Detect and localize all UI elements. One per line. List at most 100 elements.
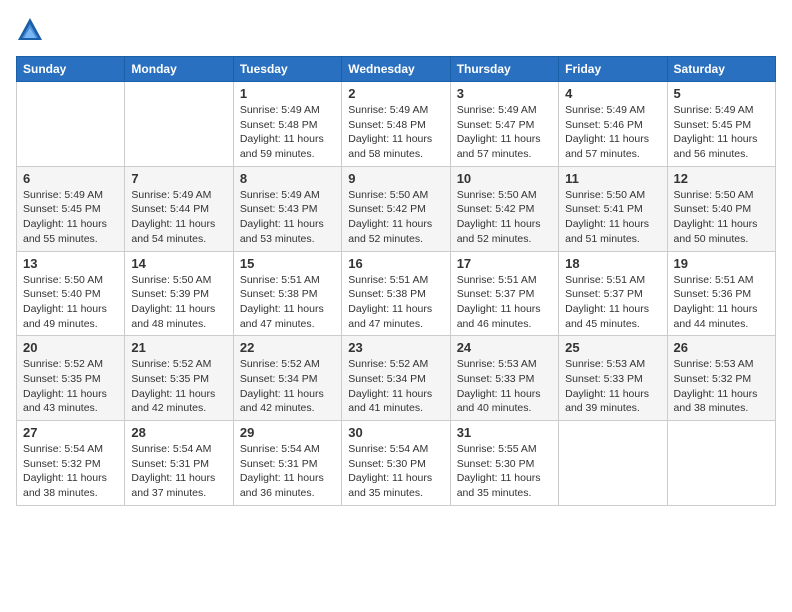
calendar-cell: 13Sunrise: 5:50 AMSunset: 5:40 PMDayligh… — [17, 251, 125, 336]
column-header-monday: Monday — [125, 57, 233, 82]
cell-content: Sunrise: 5:50 AMSunset: 5:40 PMDaylight:… — [674, 188, 769, 247]
column-header-sunday: Sunday — [17, 57, 125, 82]
calendar-cell: 10 Sunrise: 5:50 AMSunset: 5:42 PMDayligh… — [450, 166, 558, 251]
day-number: 28 — [131, 425, 226, 440]
calendar-cell: 5 Sunrise: 5:49 AMSunset: 5:45 PMDaylight… — [667, 82, 775, 167]
day-number: 10 — [457, 171, 552, 186]
calendar-cell: 24 Sunrise: 5:53 AMSunset: 5:33 PMDayligh… — [450, 336, 558, 421]
day-number: 31 — [457, 425, 552, 440]
calendar-cell: 2Sunrise: 5:49 AMSunset: 5:48 PMDaylight… — [342, 82, 450, 167]
cell-content: Sunrise: 5:49 AMSunset: 5:47 PMDaylight:… — [457, 103, 552, 162]
calendar-header: SundayMondayTuesdayWednesdayThursdayFrid… — [17, 57, 776, 82]
calendar-cell — [125, 82, 233, 167]
column-header-saturday: Saturday — [667, 57, 775, 82]
cell-content: Sunrise: 5:50 AMSunset: 5:41 PMDaylight:… — [565, 188, 660, 247]
column-header-friday: Friday — [559, 57, 667, 82]
day-number: 11 — [565, 171, 660, 186]
week-row-3: 13Sunrise: 5:50 AMSunset: 5:40 PMDayligh… — [17, 251, 776, 336]
cell-content: Sunrise: 5:53 AMSunset: 5:33 PMDaylight:… — [457, 357, 552, 416]
day-number: 1 — [240, 86, 335, 101]
day-number: 26 — [674, 340, 769, 355]
week-row-4: 20Sunrise: 5:52 AMSunset: 5:35 PMDayligh… — [17, 336, 776, 421]
header-row: SundayMondayTuesdayWednesdayThursdayFrid… — [17, 57, 776, 82]
day-number: 27 — [23, 425, 118, 440]
week-row-2: 6 Sunrise: 5:49 AMSunset: 5:45 PMDaylight… — [17, 166, 776, 251]
day-number: 5 — [674, 86, 769, 101]
calendar-cell — [17, 82, 125, 167]
week-row-5: 27Sunrise: 5:54 AMSunset: 5:32 PMDayligh… — [17, 421, 776, 506]
day-number: 16 — [348, 256, 443, 271]
day-number: 7 — [131, 171, 226, 186]
calendar-cell: 19 Sunrise: 5:51 AMSunset: 5:36 PMDayligh… — [667, 251, 775, 336]
day-number: 14 — [131, 256, 226, 271]
cell-content: Sunrise: 5:51 AMSunset: 5:37 PMDaylight:… — [565, 273, 660, 332]
cell-content: Sunrise: 5:49 AMSunset: 5:45 PMDaylight:… — [23, 188, 118, 247]
cell-content: Sunrise: 5:54 AMSunset: 5:30 PMDaylight:… — [348, 442, 443, 501]
calendar-body: 1 Sunrise: 5:49 AMSunset: 5:48 PMDaylight… — [17, 82, 776, 506]
calendar-cell: 12 Sunrise: 5:50 AMSunset: 5:40 PMDayligh… — [667, 166, 775, 251]
calendar-cell: 11 Sunrise: 5:50 AMSunset: 5:41 PMDayligh… — [559, 166, 667, 251]
calendar-cell: 31 Sunrise: 5:55 AMSunset: 5:30 PMDayligh… — [450, 421, 558, 506]
calendar-cell: 29 Sunrise: 5:54 AMSunset: 5:31 PMDayligh… — [233, 421, 341, 506]
day-number: 2 — [348, 86, 443, 101]
calendar-cell: 6 Sunrise: 5:49 AMSunset: 5:45 PMDaylight… — [17, 166, 125, 251]
calendar-cell: 22 Sunrise: 5:52 AMSunset: 5:34 PMDayligh… — [233, 336, 341, 421]
day-number: 12 — [674, 171, 769, 186]
cell-content: Sunrise: 5:49 AMSunset: 5:44 PMDaylight:… — [131, 188, 226, 247]
day-number: 6 — [23, 171, 118, 186]
cell-content: Sunrise: 5:50 AMSunset: 5:40 PMDaylight:… — [23, 273, 118, 332]
calendar-cell: 30Sunrise: 5:54 AMSunset: 5:30 PMDayligh… — [342, 421, 450, 506]
calendar-cell: 18 Sunrise: 5:51 AMSunset: 5:37 PMDayligh… — [559, 251, 667, 336]
cell-content: Sunrise: 5:50 AMSunset: 5:42 PMDaylight:… — [457, 188, 552, 247]
page-header — [16, 16, 776, 44]
day-number: 19 — [674, 256, 769, 271]
day-number: 4 — [565, 86, 660, 101]
calendar-cell: 4 Sunrise: 5:49 AMSunset: 5:46 PMDaylight… — [559, 82, 667, 167]
column-header-wednesday: Wednesday — [342, 57, 450, 82]
cell-content: Sunrise: 5:51 AMSunset: 5:38 PMDaylight:… — [348, 273, 443, 332]
calendar-cell: 21Sunrise: 5:52 AMSunset: 5:35 PMDayligh… — [125, 336, 233, 421]
calendar-cell: 17 Sunrise: 5:51 AMSunset: 5:37 PMDayligh… — [450, 251, 558, 336]
calendar-cell: 23Sunrise: 5:52 AMSunset: 5:34 PMDayligh… — [342, 336, 450, 421]
day-number: 21 — [131, 340, 226, 355]
day-number: 9 — [348, 171, 443, 186]
calendar-cell: 25Sunrise: 5:53 AMSunset: 5:33 PMDayligh… — [559, 336, 667, 421]
calendar-cell: 14Sunrise: 5:50 AMSunset: 5:39 PMDayligh… — [125, 251, 233, 336]
calendar-table: SundayMondayTuesdayWednesdayThursdayFrid… — [16, 56, 776, 506]
cell-content: Sunrise: 5:49 AMSunset: 5:45 PMDaylight:… — [674, 103, 769, 162]
calendar-cell: 1 Sunrise: 5:49 AMSunset: 5:48 PMDaylight… — [233, 82, 341, 167]
calendar-cell: 28Sunrise: 5:54 AMSunset: 5:31 PMDayligh… — [125, 421, 233, 506]
cell-content: Sunrise: 5:49 AMSunset: 5:43 PMDaylight:… — [240, 188, 335, 247]
cell-content: Sunrise: 5:49 AMSunset: 5:48 PMDaylight:… — [240, 103, 335, 162]
calendar-cell: 9 Sunrise: 5:50 AMSunset: 5:42 PMDaylight… — [342, 166, 450, 251]
logo-icon — [16, 16, 44, 44]
cell-content: Sunrise: 5:55 AMSunset: 5:30 PMDaylight:… — [457, 442, 552, 501]
cell-content: Sunrise: 5:52 AMSunset: 5:34 PMDaylight:… — [348, 357, 443, 416]
day-number: 18 — [565, 256, 660, 271]
day-number: 8 — [240, 171, 335, 186]
cell-content: Sunrise: 5:52 AMSunset: 5:34 PMDaylight:… — [240, 357, 335, 416]
calendar-cell — [667, 421, 775, 506]
cell-content: Sunrise: 5:50 AMSunset: 5:42 PMDaylight:… — [348, 188, 443, 247]
cell-content: Sunrise: 5:49 AMSunset: 5:46 PMDaylight:… — [565, 103, 660, 162]
calendar-cell: 27Sunrise: 5:54 AMSunset: 5:32 PMDayligh… — [17, 421, 125, 506]
column-header-thursday: Thursday — [450, 57, 558, 82]
logo — [16, 16, 48, 44]
day-number: 22 — [240, 340, 335, 355]
day-number: 24 — [457, 340, 552, 355]
cell-content: Sunrise: 5:51 AMSunset: 5:37 PMDaylight:… — [457, 273, 552, 332]
column-header-tuesday: Tuesday — [233, 57, 341, 82]
day-number: 17 — [457, 256, 552, 271]
calendar-cell: 26 Sunrise: 5:53 AMSunset: 5:32 PMDayligh… — [667, 336, 775, 421]
day-number: 29 — [240, 425, 335, 440]
day-number: 3 — [457, 86, 552, 101]
day-number: 15 — [240, 256, 335, 271]
cell-content: Sunrise: 5:53 AMSunset: 5:32 PMDaylight:… — [674, 357, 769, 416]
calendar-cell: 16 Sunrise: 5:51 AMSunset: 5:38 PMDayligh… — [342, 251, 450, 336]
cell-content: Sunrise: 5:52 AMSunset: 5:35 PMDaylight:… — [23, 357, 118, 416]
calendar-cell: 15Sunrise: 5:51 AMSunset: 5:38 PMDayligh… — [233, 251, 341, 336]
cell-content: Sunrise: 5:51 AMSunset: 5:36 PMDaylight:… — [674, 273, 769, 332]
cell-content: Sunrise: 5:54 AMSunset: 5:31 PMDaylight:… — [240, 442, 335, 501]
day-number: 25 — [565, 340, 660, 355]
calendar-cell: 8 Sunrise: 5:49 AMSunset: 5:43 PMDaylight… — [233, 166, 341, 251]
